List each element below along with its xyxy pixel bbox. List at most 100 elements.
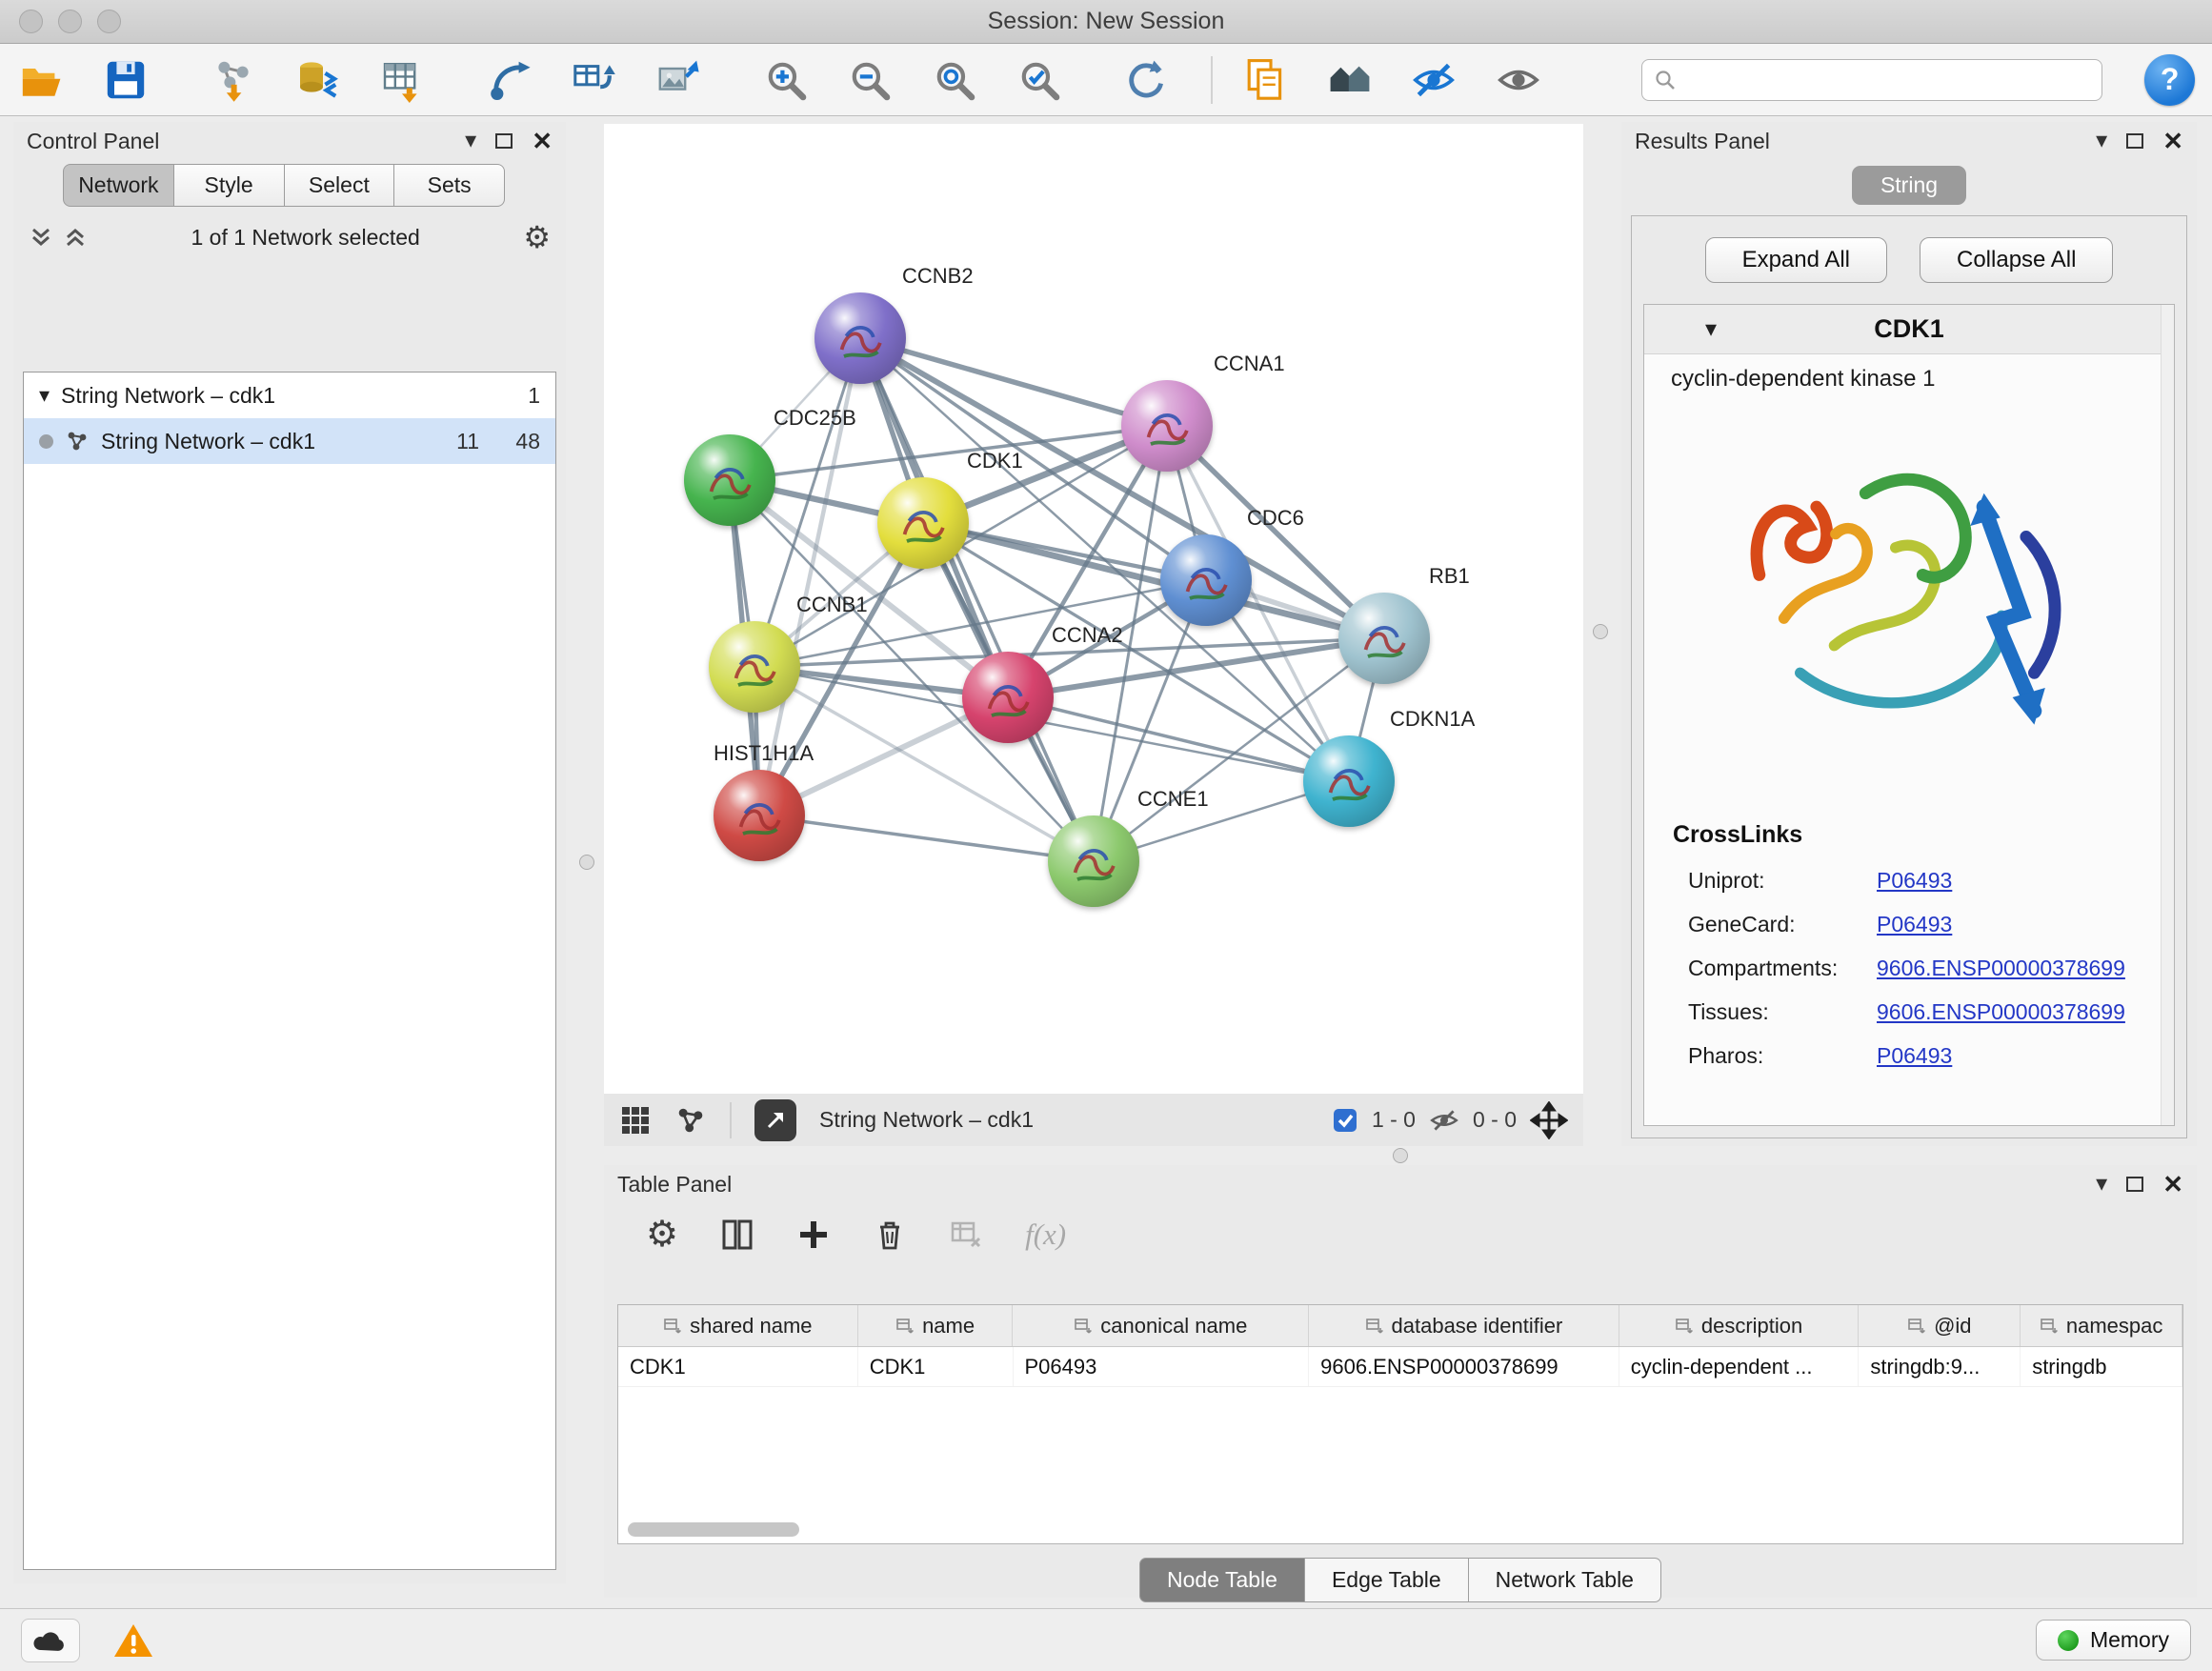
column-header-shared-name[interactable]: shared name: [618, 1305, 858, 1346]
network-node-CCNB1[interactable]: [709, 621, 800, 713]
results-tab-string[interactable]: String: [1852, 166, 1966, 205]
column-header-canonical-name[interactable]: canonical name: [1013, 1305, 1309, 1346]
show-all-button[interactable]: [1495, 53, 1543, 107]
birds-eye-view-icon[interactable]: [619, 1104, 652, 1137]
collapse-all-button[interactable]: Collapse All: [1920, 237, 2113, 283]
table-cell[interactable]: stringdb:9...: [1859, 1347, 2021, 1386]
selected-checkbox-icon[interactable]: [1332, 1107, 1358, 1134]
expand-all-icon[interactable]: [63, 225, 88, 250]
network-node-CDC25B[interactable]: [684, 434, 775, 526]
cloud-status-button[interactable]: [21, 1619, 80, 1662]
table-cell[interactable]: 9606.ENSP00000378699: [1309, 1347, 1619, 1386]
table-panel-close-icon[interactable]: ✕: [2162, 1172, 2183, 1197]
open-session-button[interactable]: [17, 53, 66, 107]
control-panel-menu-icon[interactable]: ▾: [465, 130, 476, 152]
network-overview-icon[interactable]: [674, 1104, 707, 1137]
network-node-RB1[interactable]: [1338, 593, 1430, 684]
network-node-CDC6[interactable]: [1160, 534, 1252, 626]
control-panel-close-icon[interactable]: ✕: [532, 129, 553, 153]
bottom-splitter-handle[interactable]: [1393, 1148, 1408, 1163]
network-node-CCNA1[interactable]: [1121, 380, 1213, 472]
search-input[interactable]: [1641, 59, 2102, 101]
network-tools-button[interactable]: [485, 53, 533, 107]
close-window-button[interactable]: [19, 10, 43, 33]
table-options-gear-icon[interactable]: ⚙: [646, 1217, 678, 1253]
tab-edge-table[interactable]: Edge Table: [1305, 1558, 1469, 1602]
copy-document-button[interactable]: [1241, 53, 1290, 107]
tab-network-table[interactable]: Network Table: [1469, 1558, 1661, 1602]
network-node-CCNA2[interactable]: [962, 652, 1054, 743]
crosslink-value-link[interactable]: P06493: [1877, 868, 1952, 894]
tree-expand-icon[interactable]: ▾: [39, 383, 50, 408]
crosslink-value-link[interactable]: P06493: [1877, 1043, 1952, 1069]
entry-scrollbar[interactable]: [2161, 305, 2174, 1125]
table-panel-float-icon[interactable]: [2126, 1177, 2143, 1192]
warning-icon[interactable]: [112, 1621, 154, 1660]
help-button[interactable]: ?: [2144, 54, 2195, 106]
network-node-HIST1H1A[interactable]: [714, 770, 805, 861]
right-splitter-handle[interactable]: [1593, 624, 1608, 639]
tab-select[interactable]: Select: [285, 164, 395, 207]
expand-all-button[interactable]: Expand All: [1705, 237, 1887, 283]
zoom-selected-button[interactable]: [1015, 53, 1063, 107]
delete-column-icon[interactable]: [873, 1218, 907, 1252]
network-options-gear-icon[interactable]: ⚙: [523, 222, 551, 252]
column-header-namespac[interactable]: namespac: [2021, 1305, 2182, 1346]
clone-network-button[interactable]: [570, 53, 618, 107]
export-image-button[interactable]: [654, 53, 703, 107]
memory-button[interactable]: Memory: [2036, 1620, 2191, 1661]
zoom-window-button[interactable]: [97, 10, 121, 33]
column-header-database-identifier[interactable]: database identifier: [1309, 1305, 1619, 1346]
collapse-all-icon[interactable]: [29, 225, 53, 250]
table-cell[interactable]: cyclin-dependent ...: [1619, 1347, 1860, 1386]
table-panel-menu-icon[interactable]: ▾: [2096, 1173, 2107, 1196]
tab-network[interactable]: Network: [63, 164, 174, 207]
gene-entry-collapse-icon[interactable]: ▾: [1705, 315, 1717, 343]
network-node-CCNE1[interactable]: [1048, 815, 1139, 907]
hide-selected-button[interactable]: [1410, 53, 1458, 107]
zoom-out-button[interactable]: [846, 53, 895, 107]
tab-node-table[interactable]: Node Table: [1139, 1558, 1305, 1602]
column-header--id[interactable]: @id: [1859, 1305, 2021, 1346]
table-cell[interactable]: stringdb: [2021, 1347, 2182, 1386]
tab-sets[interactable]: Sets: [394, 164, 505, 207]
column-header-name[interactable]: name: [858, 1305, 1014, 1346]
network-canvas[interactable]: CCNB2 CCNA1 CDC25B CDK1 CDC6 RB1 CCNB1 C…: [604, 124, 1583, 1094]
results-panel-float-icon[interactable]: [2126, 133, 2143, 149]
save-session-button[interactable]: [102, 53, 151, 107]
import-table-from-file-button[interactable]: [378, 53, 427, 107]
network-row[interactable]: String Network – cdk1 11 48: [24, 418, 555, 464]
network-node-CCNB2[interactable]: [814, 292, 906, 384]
add-column-icon[interactable]: [796, 1218, 831, 1252]
fit-selected-crosshair-icon[interactable]: [1530, 1101, 1568, 1139]
network-node-CDK1[interactable]: [877, 477, 969, 569]
table-row[interactable]: CDK1CDK1P064939606.ENSP00000378699cyclin…: [618, 1347, 2182, 1387]
hidden-eye-icon[interactable]: [1429, 1105, 1459, 1136]
results-panel-close-icon[interactable]: ✕: [2162, 129, 2183, 153]
zoom-fit-button[interactable]: [931, 53, 979, 107]
left-splitter-handle[interactable]: [579, 855, 594, 870]
show-columns-icon[interactable]: [720, 1218, 754, 1252]
network-collection-row[interactable]: ▾ String Network – cdk1 1: [24, 372, 555, 418]
table-cell[interactable]: CDK1: [618, 1347, 858, 1386]
search-text-field[interactable]: [1684, 68, 2090, 92]
control-panel-float-icon[interactable]: [495, 133, 513, 149]
crosslink-value-link[interactable]: 9606.ENSP00000378699: [1877, 999, 2125, 1025]
minimize-window-button[interactable]: [58, 10, 82, 33]
table-horizontal-scrollbar[interactable]: [628, 1522, 799, 1537]
results-panel-menu-icon[interactable]: ▾: [2096, 130, 2107, 152]
import-network-from-file-button[interactable]: [209, 53, 257, 107]
export-view-button[interactable]: [754, 1099, 796, 1141]
tab-style[interactable]: Style: [174, 164, 285, 207]
home-views-button[interactable]: [1325, 53, 1374, 107]
column-header-description[interactable]: description: [1619, 1305, 1860, 1346]
crosslink-value-link[interactable]: 9606.ENSP00000378699: [1877, 956, 2125, 981]
import-network-from-database-button[interactable]: [293, 53, 342, 107]
zoom-in-button[interactable]: [761, 53, 810, 107]
network-node-CDKN1A[interactable]: [1303, 735, 1395, 827]
crosslink-value-link[interactable]: P06493: [1877, 912, 1952, 937]
table-cell[interactable]: CDK1: [858, 1347, 1014, 1386]
table-cell[interactable]: P06493: [1014, 1347, 1310, 1386]
refresh-view-button[interactable]: [1122, 53, 1171, 107]
gene-entry-header[interactable]: ▾ CDK1: [1644, 305, 2174, 354]
